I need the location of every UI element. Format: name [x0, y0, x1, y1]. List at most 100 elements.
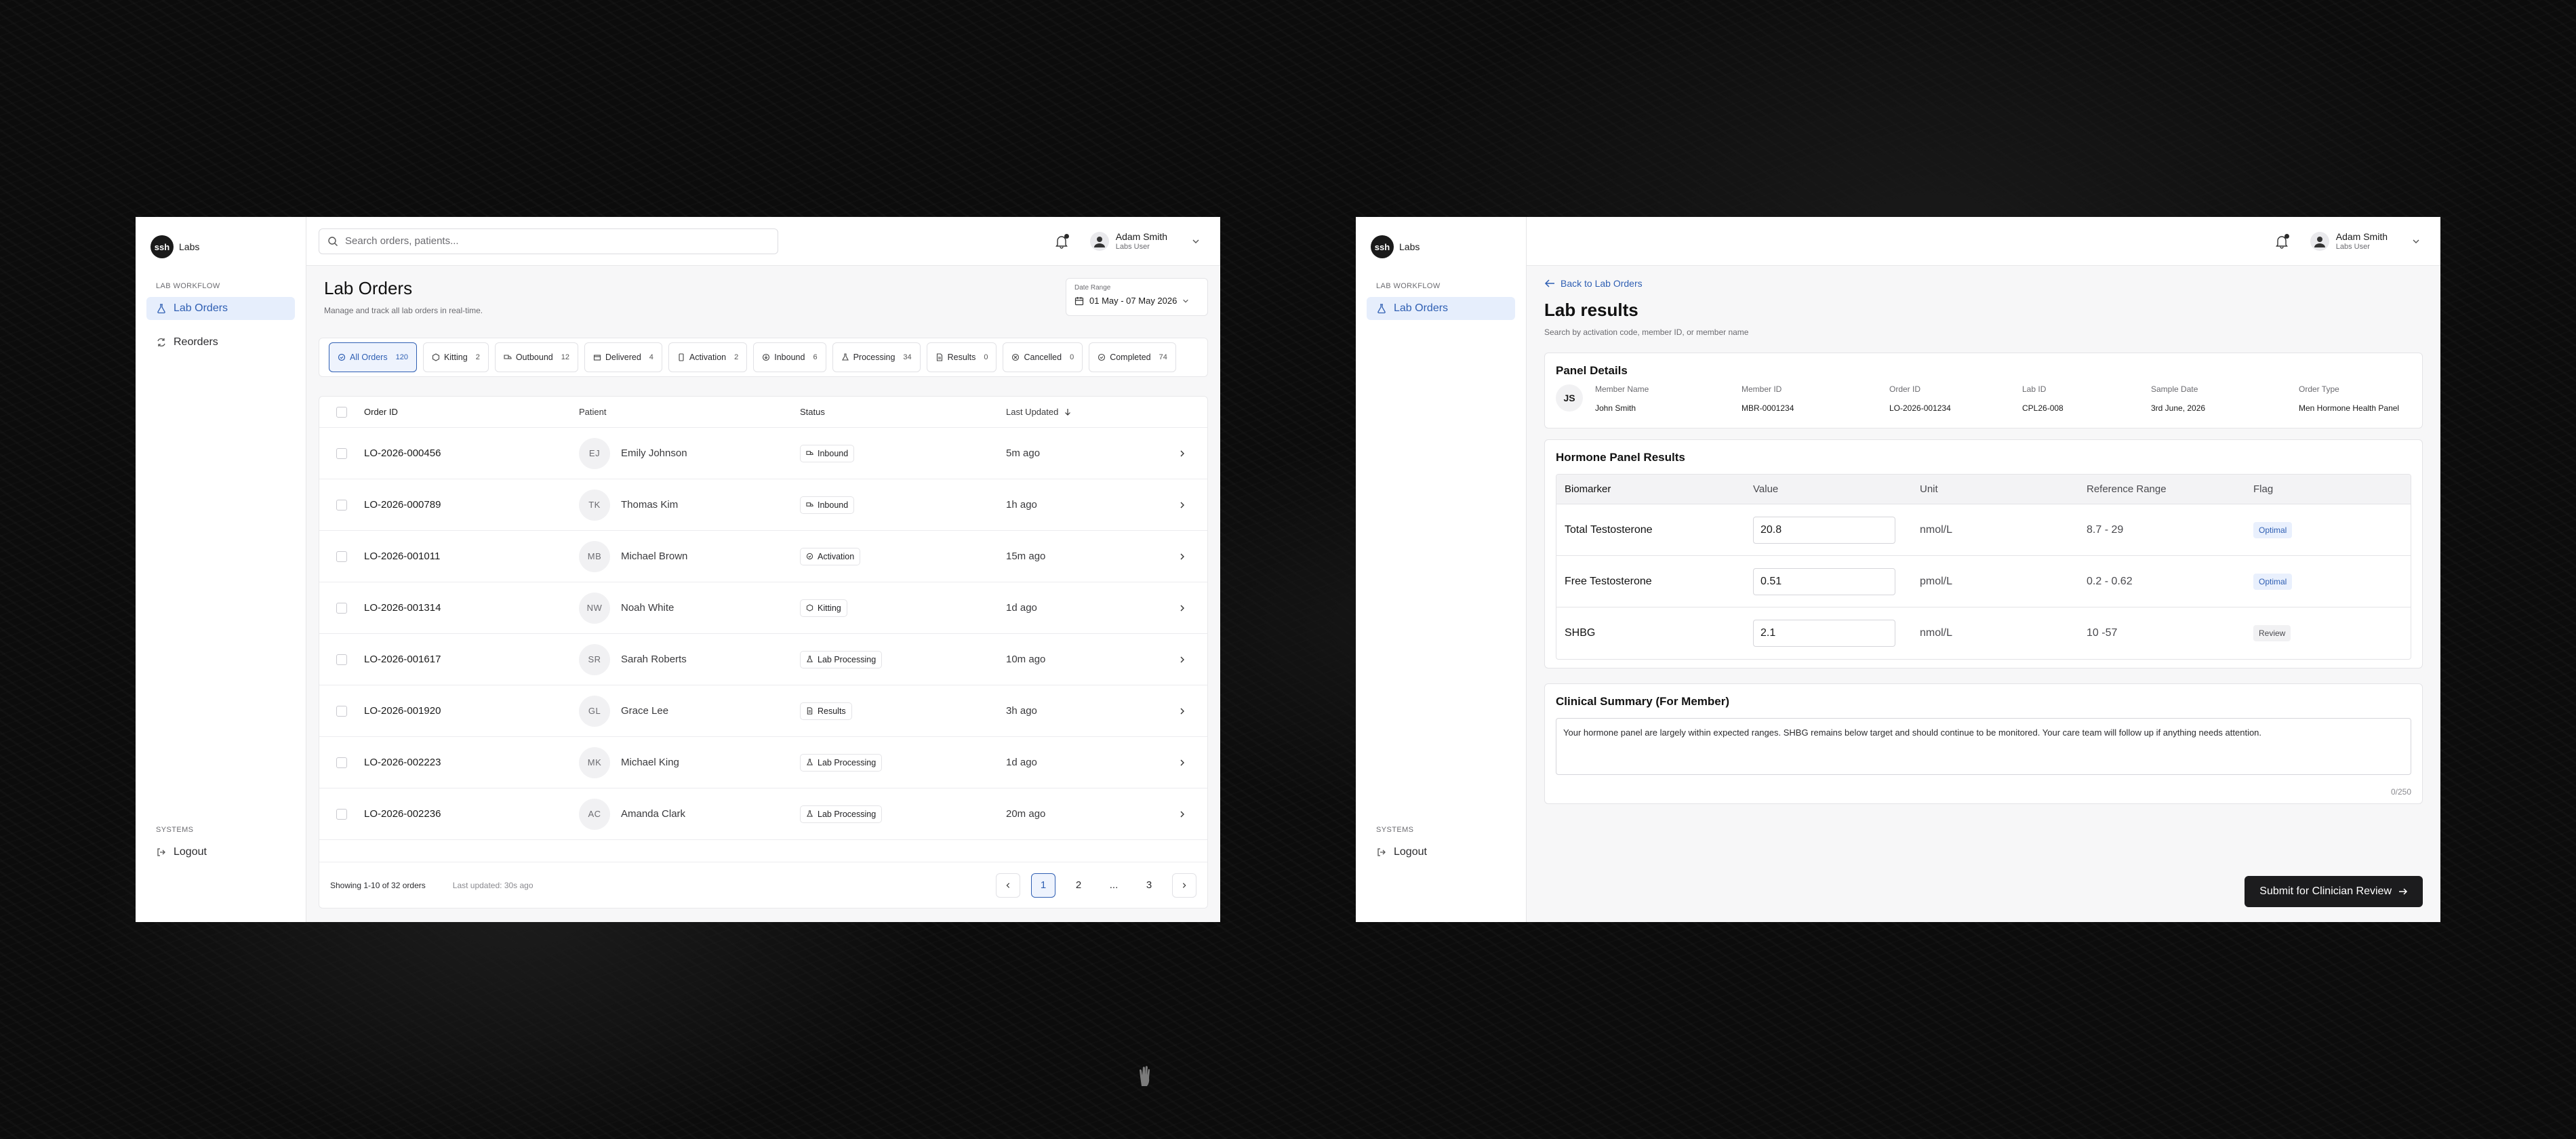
systems-section-label: SYSTEMS [156, 826, 194, 834]
topbar-right: Adam Smith Labs User [1052, 217, 1200, 266]
user-menu[interactable]: Adam Smith Labs User [2310, 231, 2420, 252]
submit-for-review-button[interactable]: Submit for Clinician Review [2245, 876, 2423, 907]
field-label: Lab ID [2022, 384, 2047, 394]
column-header-last-updated[interactable]: Last Updated [1006, 407, 1169, 417]
table-row[interactable]: LO-2026-000456 EJ Emily Johnson Inbound 5… [319, 428, 1207, 479]
sidebar-item-lab-orders[interactable]: Lab Orders [1367, 297, 1515, 320]
chevron-right-icon[interactable] [1169, 707, 1196, 715]
tab-all-orders[interactable]: All Orders 120 [329, 342, 417, 372]
inbound-icon [762, 353, 770, 361]
logout-button[interactable]: Logout [146, 841, 295, 864]
row-checkbox[interactable] [336, 757, 347, 768]
tab-completed[interactable]: Completed 74 [1089, 342, 1176, 372]
field-value: LO-2026-001234 [1889, 403, 1951, 413]
table-footer: Showing 1-10 of 32 orders Last updated: … [319, 862, 1207, 908]
tab-outbound[interactable]: Outbound 12 [494, 342, 578, 372]
search-input[interactable] [345, 235, 769, 247]
sidebar: ssh Labs LAB WORKFLOW Lab Orders SYSTEMS… [1356, 217, 1527, 922]
status-badge: Inbound [800, 444, 855, 462]
tab-kitting[interactable]: Kitting 2 [422, 342, 489, 372]
flask-icon [806, 656, 813, 663]
unit: pmol/L [1920, 575, 1953, 587]
column-header-patient[interactable]: Patient [579, 407, 800, 417]
table-row[interactable]: LO-2026-001011 MB Michael Brown Activatio… [319, 531, 1207, 582]
chevron-right-icon[interactable] [1169, 553, 1196, 561]
tab-activation[interactable]: Activation 2 [668, 342, 748, 372]
prev-page-button[interactable] [996, 873, 1020, 898]
page-button-3[interactable]: 3 [1137, 873, 1161, 898]
clinical-summary-textarea[interactable]: Your hormone panel are largely within ex… [1556, 718, 2411, 775]
table-row[interactable]: LO-2026-002223 MK Michael King Lab Proces… [319, 737, 1207, 788]
patient-name: Noah White [621, 602, 675, 614]
select-all-checkbox[interactable] [336, 406, 347, 418]
last-updated: 15m ago [1006, 551, 1046, 562]
tab-cancelled[interactable]: Cancelled 0 [1003, 342, 1083, 372]
user-menu[interactable]: Adam Smith Labs User [1089, 231, 1200, 252]
notification-dot [1064, 234, 1069, 239]
tab-results[interactable]: Results 0 [926, 342, 997, 372]
last-updated: 3h ago [1006, 705, 1037, 717]
patient-name: Grace Lee [621, 705, 669, 717]
sidebar-item-lab-orders[interactable]: Lab Orders [146, 297, 295, 320]
clinical-summary-title: Clinical Summary (For Member) [1556, 695, 1730, 708]
chevron-right-icon[interactable] [1169, 604, 1196, 612]
row-checkbox[interactable] [336, 447, 347, 459]
page-button-1[interactable]: 1 [1031, 873, 1055, 898]
brand[interactable]: ssh Labs [1367, 235, 1515, 259]
tab-count: 2 [475, 353, 480, 361]
next-page-button[interactable] [1172, 873, 1196, 898]
chevron-right-icon[interactable] [1169, 501, 1196, 509]
avatar: NW [579, 592, 610, 624]
column-header-order-id[interactable]: Order ID [364, 407, 579, 417]
sidebar-bottom: SYSTEMS Logout [146, 826, 295, 875]
value-input[interactable] [1753, 620, 1895, 647]
inbound-icon [806, 449, 813, 457]
tab-count: 2 [734, 353, 739, 361]
chevron-right-icon[interactable] [1169, 759, 1196, 767]
table-row[interactable]: LO-2026-001617 SR Sarah Roberts Lab Proce… [319, 634, 1207, 685]
brand[interactable]: ssh Labs [146, 235, 295, 259]
row-checkbox[interactable] [336, 551, 347, 562]
status-badge: Lab Processing [800, 650, 883, 668]
order-id: LO-2026-000456 [364, 447, 441, 459]
row-checkbox[interactable] [336, 602, 347, 614]
tab-inbound[interactable]: Inbound 6 [753, 342, 826, 372]
sort-arrow-down-icon [1064, 408, 1072, 416]
table-row[interactable]: LO-2026-001314 NW Noah White Kitting 1d a… [319, 582, 1207, 634]
row-checkbox[interactable] [336, 499, 347, 511]
table-row: Free Testosterone pmol/L 0.2 - 0.62 Opti… [1556, 556, 2411, 607]
logout-button[interactable]: Logout [1367, 841, 1515, 864]
status-label: Activation [818, 551, 855, 561]
status-badge: Lab Processing [800, 753, 883, 772]
sidebar-item-reorders[interactable]: Reorders [146, 331, 295, 354]
avatar: EJ [579, 437, 610, 469]
back-to-lab-orders-link[interactable]: Back to Lab Orders [1544, 278, 1643, 289]
column-header-flag: Flag [2253, 483, 2274, 495]
search-bar[interactable] [319, 228, 778, 254]
row-checkbox[interactable] [336, 705, 347, 717]
table-row[interactable]: LO-2026-000789 TK Thomas Kim Inbound 1h a… [319, 479, 1207, 531]
arrow-left-icon [1544, 279, 1555, 288]
table-row[interactable]: LO-2026-001920 GL Grace Lee Results 3h ag… [319, 685, 1207, 737]
row-checkbox[interactable] [336, 654, 347, 665]
order-id: LO-2026-001314 [364, 602, 441, 614]
tab-label: Results [947, 353, 976, 362]
row-checkbox[interactable] [336, 808, 347, 820]
chevron-right-icon[interactable] [1169, 449, 1196, 458]
tab-processing[interactable]: Processing 34 [832, 342, 921, 372]
lab-orders-window: ssh Labs LAB WORKFLOW Lab Orders Reorder… [136, 217, 1220, 922]
notification-bell-icon[interactable] [1052, 232, 1071, 251]
column-header-status[interactable]: Status [800, 407, 1006, 417]
date-range-picker[interactable]: Date Range 01 May - 07 May 2026 [1066, 278, 1208, 316]
value-input[interactable] [1753, 567, 1895, 595]
brand-logo: ssh [150, 235, 174, 258]
table-row[interactable]: LO-2026-002236 AC Amanda Clark Lab Proces… [319, 788, 1207, 840]
chevron-right-icon[interactable] [1169, 656, 1196, 664]
value-input[interactable] [1753, 516, 1895, 544]
chevron-right-icon[interactable] [1169, 810, 1196, 818]
notification-bell-icon[interactable] [2272, 232, 2291, 251]
page-button-2[interactable]: 2 [1066, 873, 1091, 898]
tab-delivered[interactable]: Delivered 4 [584, 342, 662, 372]
status-label: Results [818, 706, 846, 716]
status-filter-tabs: All Orders 120 Kitting 2 Outbound 12 Del… [319, 338, 1208, 377]
